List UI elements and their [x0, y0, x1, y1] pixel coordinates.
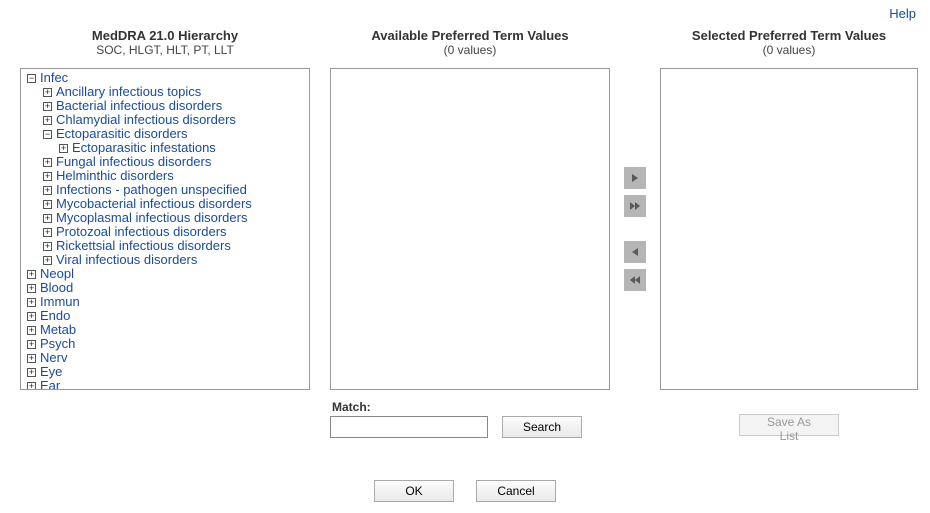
tree-node-label[interactable]: Infec — [40, 71, 68, 85]
tree-node: + Ancillary infectious topics — [43, 85, 307, 99]
tree-node: + Blood — [27, 281, 307, 295]
move-left-button[interactable] — [624, 241, 646, 263]
tree-node-label[interactable]: Rickettsial infectious disorders — [56, 239, 231, 253]
save-as-list-button[interactable]: Save As List — [739, 414, 839, 436]
selected-subtitle: (0 values) — [692, 43, 886, 57]
selected-title: Selected Preferred Term Values — [692, 28, 886, 43]
expand-icon[interactable]: + — [27, 382, 36, 391]
search-button[interactable]: Search — [502, 416, 582, 438]
collapse-icon[interactable]: − — [27, 74, 36, 83]
expand-icon[interactable]: + — [27, 312, 36, 321]
tree-node: + Viral infectious disorders — [43, 253, 307, 267]
available-list-panel[interactable] — [330, 68, 610, 390]
match-label: Match: — [332, 400, 371, 414]
expand-icon[interactable]: + — [43, 214, 52, 223]
selected-list-panel[interactable] — [660, 68, 918, 390]
help-link[interactable]: Help — [889, 6, 916, 21]
cancel-button[interactable]: Cancel — [476, 480, 556, 502]
hierarchy-title: MedDRA 21.0 Hierarchy — [92, 28, 238, 43]
tree-node-label[interactable]: Metab — [40, 323, 76, 337]
expand-icon[interactable]: + — [43, 242, 52, 251]
selected-column: Selected Preferred Term Values (0 values… — [660, 28, 918, 438]
tree-node-label[interactable]: Infections - pathogen unspecified — [56, 183, 247, 197]
tree-node: + Infections - pathogen unspecified — [43, 183, 307, 197]
tree-node: + Fungal infectious disorders — [43, 155, 307, 169]
tree-node-label[interactable]: Nerv — [40, 351, 67, 365]
tree-node-label[interactable]: Mycobacterial infectious disorders — [56, 197, 252, 211]
tree-node-label[interactable]: Fungal infectious disorders — [56, 155, 211, 169]
tree-node-label[interactable]: Ectoparasitic infestations — [72, 141, 216, 155]
move-all-left-button[interactable] — [624, 269, 646, 291]
expand-icon[interactable]: + — [43, 172, 52, 181]
dialog-buttons: OK Cancel — [0, 480, 930, 502]
expand-icon[interactable]: + — [43, 102, 52, 111]
expand-icon[interactable]: + — [27, 340, 36, 349]
expand-icon[interactable]: + — [27, 270, 36, 279]
tree-node: + Rickettsial infectious disorders — [43, 239, 307, 253]
tree-node: + Ear — [27, 379, 307, 390]
tree-node: + Mycoplasmal infectious disorders — [43, 211, 307, 225]
tree-node: + Bacterial infectious disorders — [43, 99, 307, 113]
tree-node-label[interactable]: Protozoal infectious disorders — [56, 225, 227, 239]
tree-node-label[interactable]: Bacterial infectious disorders — [56, 99, 222, 113]
expand-icon[interactable]: + — [43, 88, 52, 97]
hierarchy-column: MedDRA 21.0 Hierarchy SOC, HLGT, HLT, PT… — [20, 28, 310, 438]
collapse-icon[interactable]: − — [43, 130, 52, 139]
tree-node: + Immun — [27, 295, 307, 309]
expand-icon[interactable]: + — [43, 256, 52, 265]
main-columns: MedDRA 21.0 Hierarchy SOC, HLGT, HLT, PT… — [0, 0, 930, 438]
match-input[interactable] — [330, 416, 488, 438]
move-all-right-button[interactable] — [624, 195, 646, 217]
tree-node-label[interactable]: Psych — [40, 337, 75, 351]
tree-node: + Protozoal infectious disorders — [43, 225, 307, 239]
hierarchy-header: MedDRA 21.0 Hierarchy SOC, HLGT, HLT, PT… — [92, 28, 238, 62]
tree-node: + Neopl — [27, 267, 307, 281]
move-right-button[interactable] — [624, 167, 646, 189]
tree-node-label[interactable]: Mycoplasmal infectious disorders — [56, 211, 247, 225]
tree-node-label[interactable]: Neopl — [40, 267, 74, 281]
tree-node-label[interactable]: Viral infectious disorders — [56, 253, 197, 267]
hierarchy-tree-panel[interactable]: −Infec+Ancillary infectious topics+Bacte… — [20, 68, 310, 390]
tree-node: + Nerv — [27, 351, 307, 365]
tree-node-label[interactable]: Immun — [40, 295, 80, 309]
tree-node-label[interactable]: Blood — [40, 281, 73, 295]
expand-icon[interactable]: + — [27, 298, 36, 307]
tree-node-label[interactable]: Ancillary infectious topics — [56, 85, 201, 99]
tree-node-label[interactable]: Eye — [40, 365, 62, 379]
expand-icon[interactable]: + — [27, 354, 36, 363]
expand-icon[interactable]: + — [43, 200, 52, 209]
tree-node: −Infec+Ancillary infectious topics+Bacte… — [27, 71, 307, 267]
tree-node: + Endo — [27, 309, 307, 323]
tree-node: + Chlamydial infectious disorders — [43, 113, 307, 127]
expand-icon[interactable]: + — [43, 158, 52, 167]
expand-icon[interactable]: + — [43, 186, 52, 195]
selected-header: Selected Preferred Term Values (0 values… — [692, 28, 886, 62]
tree-node: + Psych — [27, 337, 307, 351]
transfer-buttons-column — [610, 68, 660, 390]
expand-icon[interactable]: + — [59, 144, 68, 153]
tree-node: + Metab — [27, 323, 307, 337]
tree-node: −Ectoparasitic disorders + Ectoparasitic i… — [43, 127, 307, 155]
expand-icon[interactable]: + — [43, 116, 52, 125]
tree-node: + Eye — [27, 365, 307, 379]
tree-node-label[interactable]: Endo — [40, 309, 70, 323]
available-title: Available Preferred Term Values — [371, 28, 568, 43]
tree-node: + Helminthic disorders — [43, 169, 307, 183]
expand-icon[interactable]: + — [43, 228, 52, 237]
tree-node-label[interactable]: Ectoparasitic disorders — [56, 127, 188, 141]
ok-button[interactable]: OK — [374, 480, 454, 502]
tree-node: + Mycobacterial infectious disorders — [43, 197, 307, 211]
match-row: Match: Search — [330, 400, 610, 438]
available-subtitle: (0 values) — [371, 43, 568, 57]
expand-icon[interactable]: + — [27, 368, 36, 377]
tree-node: + Ectoparasitic infestations — [59, 141, 307, 155]
available-column: Available Preferred Term Values (0 value… — [330, 28, 610, 438]
tree-node-label[interactable]: Ear — [40, 379, 60, 390]
expand-icon[interactable]: + — [27, 326, 36, 335]
hierarchy-subtitle: SOC, HLGT, HLT, PT, LLT — [92, 43, 238, 57]
tree-node-label[interactable]: Helminthic disorders — [56, 169, 174, 183]
expand-icon[interactable]: + — [27, 284, 36, 293]
available-header: Available Preferred Term Values (0 value… — [371, 28, 568, 62]
tree-node-label[interactable]: Chlamydial infectious disorders — [56, 113, 236, 127]
